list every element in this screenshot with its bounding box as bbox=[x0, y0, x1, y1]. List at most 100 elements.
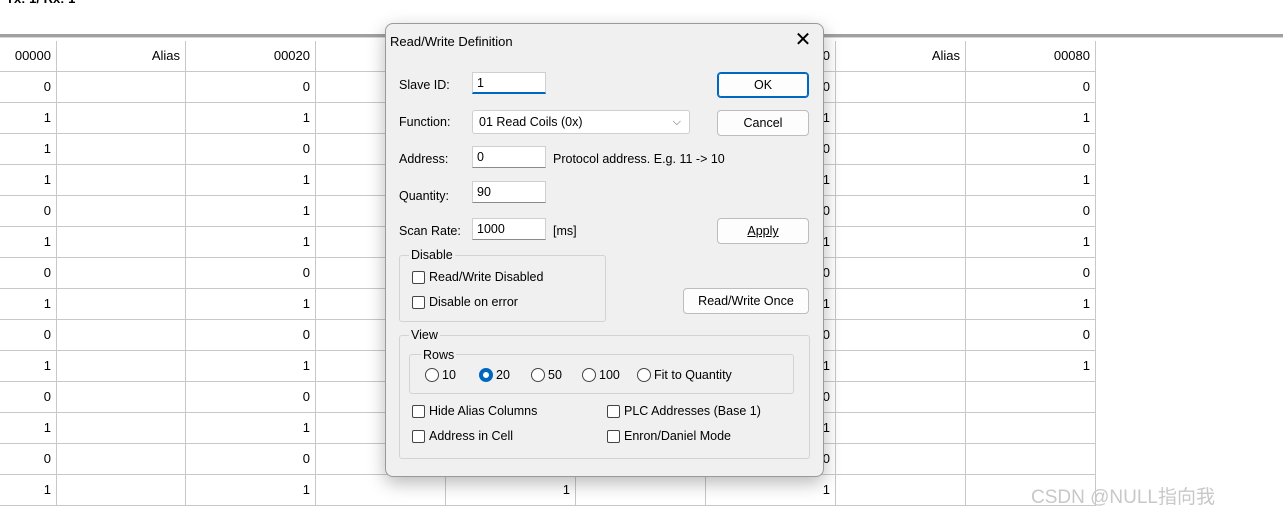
grid-cell[interactable] bbox=[836, 382, 966, 413]
grid-cell[interactable]: 0 bbox=[186, 444, 316, 475]
grid-cell[interactable]: 0 bbox=[966, 72, 1096, 103]
grid-cell[interactable] bbox=[57, 103, 186, 134]
grid-cell[interactable]: 0 bbox=[0, 444, 57, 475]
rows-10-radio[interactable]: 10 bbox=[425, 368, 456, 382]
grid-cell[interactable] bbox=[57, 444, 186, 475]
enron-mode-checkbox[interactable]: Enron/Daniel Mode bbox=[607, 429, 731, 443]
grid-cell[interactable] bbox=[57, 475, 186, 506]
grid-cell[interactable]: 1 bbox=[186, 165, 316, 196]
grid-cell[interactable] bbox=[836, 134, 966, 165]
grid-cell[interactable] bbox=[576, 475, 706, 506]
grid-cell[interactable] bbox=[57, 72, 186, 103]
grid-cell[interactable] bbox=[57, 227, 186, 258]
plc-addresses-checkbox[interactable]: PLC Addresses (Base 1) bbox=[607, 404, 761, 418]
grid-cell[interactable] bbox=[966, 444, 1096, 475]
function-select[interactable]: 01 Read Coils (0x) ⌵ bbox=[472, 110, 690, 134]
grid-cell[interactable] bbox=[836, 289, 966, 320]
slave-id-field[interactable]: 1 bbox=[472, 72, 546, 94]
grid-cell[interactable] bbox=[966, 382, 1096, 413]
grid-cell[interactable] bbox=[57, 258, 186, 289]
grid-cell[interactable]: 0 bbox=[966, 258, 1096, 289]
apply-button[interactable]: Apply bbox=[717, 218, 809, 244]
grid-cell[interactable]: 1 bbox=[0, 103, 57, 134]
hide-alias-checkbox[interactable]: Hide Alias Columns bbox=[412, 404, 537, 418]
grid-cell[interactable] bbox=[57, 196, 186, 227]
grid-cell[interactable] bbox=[836, 165, 966, 196]
grid-cell[interactable]: 1 bbox=[966, 289, 1096, 320]
grid-cell[interactable] bbox=[836, 444, 966, 475]
grid-cell[interactable]: 1 bbox=[966, 103, 1096, 134]
column-header[interactable]: Alias bbox=[57, 41, 186, 72]
grid-cell[interactable] bbox=[836, 413, 966, 444]
grid-cell[interactable]: 1 bbox=[186, 289, 316, 320]
grid-cell[interactable] bbox=[836, 258, 966, 289]
grid-cell[interactable] bbox=[966, 413, 1096, 444]
column-header[interactable]: 00020 bbox=[186, 41, 316, 72]
rows-100-radio[interactable]: 100 bbox=[582, 368, 620, 382]
grid-cell[interactable]: 1 bbox=[966, 227, 1096, 258]
rows-option-label: 50 bbox=[548, 368, 562, 382]
cancel-button[interactable]: Cancel bbox=[717, 110, 809, 136]
grid-cell[interactable]: 1 bbox=[0, 289, 57, 320]
column-header[interactable]: 00080 bbox=[966, 41, 1096, 72]
grid-cell[interactable] bbox=[57, 165, 186, 196]
grid-cell[interactable]: 1 bbox=[186, 196, 316, 227]
address-field[interactable]: 0 bbox=[472, 146, 546, 168]
rows-20-radio[interactable]: 20 bbox=[479, 368, 510, 382]
grid-cell[interactable]: 1 bbox=[446, 475, 576, 506]
grid-cell[interactable]: 1 bbox=[0, 475, 57, 506]
grid-cell[interactable] bbox=[57, 289, 186, 320]
grid-cell[interactable]: 0 bbox=[186, 382, 316, 413]
grid-cell[interactable]: 1 bbox=[0, 413, 57, 444]
grid-cell[interactable]: 0 bbox=[186, 258, 316, 289]
rows-fit-radio[interactable]: Fit to Quantity bbox=[637, 368, 732, 382]
grid-cell[interactable]: 0 bbox=[0, 196, 57, 227]
grid-cell[interactable]: 0 bbox=[186, 72, 316, 103]
grid-cell[interactable] bbox=[57, 351, 186, 382]
grid-cell[interactable]: 1 bbox=[186, 351, 316, 382]
close-icon[interactable]: ✕ bbox=[792, 29, 814, 51]
grid-cell[interactable] bbox=[836, 103, 966, 134]
grid-cell[interactable] bbox=[57, 382, 186, 413]
grid-cell[interactable]: 0 bbox=[0, 382, 57, 413]
grid-cell[interactable]: 0 bbox=[966, 320, 1096, 351]
quantity-field[interactable]: 90 bbox=[472, 181, 546, 203]
grid-cell[interactable]: 1 bbox=[0, 227, 57, 258]
grid-cell[interactable]: 0 bbox=[0, 320, 57, 351]
grid-cell[interactable] bbox=[836, 320, 966, 351]
grid-cell[interactable]: 0 bbox=[0, 72, 57, 103]
address-in-cell-checkbox[interactable]: Address in Cell bbox=[412, 429, 513, 443]
grid-cell[interactable]: 0 bbox=[0, 258, 57, 289]
grid-cell[interactable]: 0 bbox=[966, 134, 1096, 165]
grid-cell[interactable] bbox=[836, 72, 966, 103]
grid-cell[interactable]: 0 bbox=[966, 196, 1096, 227]
grid-cell[interactable]: 1 bbox=[0, 165, 57, 196]
grid-cell[interactable]: 1 bbox=[186, 103, 316, 134]
ok-button[interactable]: OK bbox=[717, 72, 809, 98]
grid-cell[interactable]: 1 bbox=[186, 475, 316, 506]
grid-cell[interactable]: 1 bbox=[186, 227, 316, 258]
disable-on-error-checkbox[interactable]: Disable on error bbox=[412, 295, 518, 309]
grid-cell[interactable] bbox=[836, 351, 966, 382]
grid-cell[interactable]: 1 bbox=[966, 165, 1096, 196]
scan-rate-field[interactable]: 1000 bbox=[472, 218, 546, 240]
grid-cell[interactable] bbox=[836, 227, 966, 258]
grid-cell[interactable] bbox=[836, 196, 966, 227]
grid-cell[interactable]: 1 bbox=[0, 134, 57, 165]
grid-cell[interactable]: 0 bbox=[186, 320, 316, 351]
grid-cell[interactable]: 1 bbox=[0, 351, 57, 382]
read-write-disabled-checkbox[interactable]: Read/Write Disabled bbox=[412, 270, 543, 284]
grid-cell[interactable] bbox=[57, 320, 186, 351]
grid-cell[interactable] bbox=[57, 134, 186, 165]
rows-50-radio[interactable]: 50 bbox=[531, 368, 562, 382]
grid-cell[interactable]: 1 bbox=[706, 475, 836, 506]
read-write-once-button[interactable]: Read/Write Once bbox=[683, 288, 809, 314]
grid-cell[interactable]: 1 bbox=[966, 351, 1096, 382]
column-header[interactable]: Alias bbox=[836, 41, 966, 72]
grid-cell[interactable]: 1 bbox=[186, 413, 316, 444]
grid-cell[interactable]: 0 bbox=[186, 134, 316, 165]
grid-cell[interactable] bbox=[316, 475, 446, 506]
column-header[interactable]: 00000 bbox=[0, 41, 57, 72]
grid-cell[interactable] bbox=[836, 475, 966, 506]
grid-cell[interactable] bbox=[57, 413, 186, 444]
